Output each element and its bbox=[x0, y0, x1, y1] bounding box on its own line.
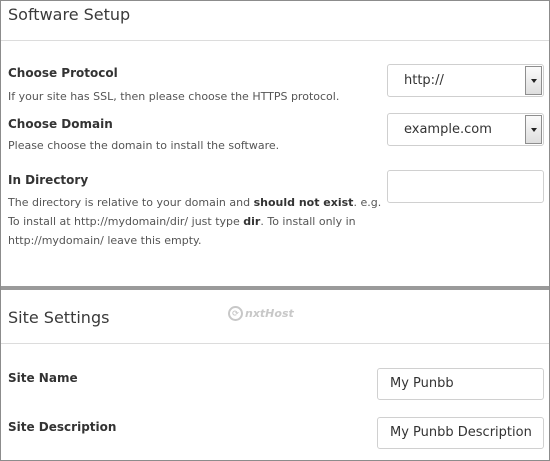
site-description-label: Site Description bbox=[8, 420, 117, 434]
site-settings-title: Site Settings bbox=[8, 308, 110, 327]
chevron-down-icon[interactable] bbox=[525, 115, 542, 144]
domain-label: Choose Domain bbox=[8, 117, 113, 131]
protocol-select[interactable]: http:// bbox=[387, 64, 544, 97]
nxthost-logo-icon: ⟳ bbox=[228, 306, 243, 321]
watermark-text: nxtHost bbox=[245, 307, 294, 320]
domain-select-value: example.com bbox=[404, 122, 492, 137]
directory-desc-emphasis: should not exist bbox=[253, 196, 354, 209]
directory-description: The directory is relative to your domain… bbox=[8, 193, 384, 250]
domain-select[interactable]: example.com bbox=[387, 113, 544, 146]
protocol-label: Choose Protocol bbox=[8, 66, 118, 80]
site-description-input[interactable]: My Punbb Description bbox=[377, 417, 544, 449]
directory-desc-text: The directory is relative to your domain… bbox=[8, 196, 254, 209]
directory-desc-emphasis: dir bbox=[243, 215, 261, 228]
directory-input[interactable] bbox=[387, 170, 544, 203]
directory-label: In Directory bbox=[8, 173, 89, 187]
protocol-select-value: http:// bbox=[404, 73, 444, 88]
protocol-description: If your site has SSL, then please choose… bbox=[8, 90, 340, 103]
site-name-input[interactable]: My Punbb bbox=[377, 368, 544, 400]
site-name-label: Site Name bbox=[8, 371, 78, 385]
section-divider bbox=[1, 40, 549, 41]
chevron-down-icon[interactable] bbox=[525, 66, 542, 95]
section-divider bbox=[1, 343, 549, 344]
section-heavy-divider bbox=[1, 286, 549, 290]
nxthost-watermark: ⟳ nxtHost bbox=[228, 306, 294, 321]
software-setup-title: Software Setup bbox=[8, 5, 131, 24]
domain-description: Please choose the domain to install the … bbox=[8, 139, 280, 152]
